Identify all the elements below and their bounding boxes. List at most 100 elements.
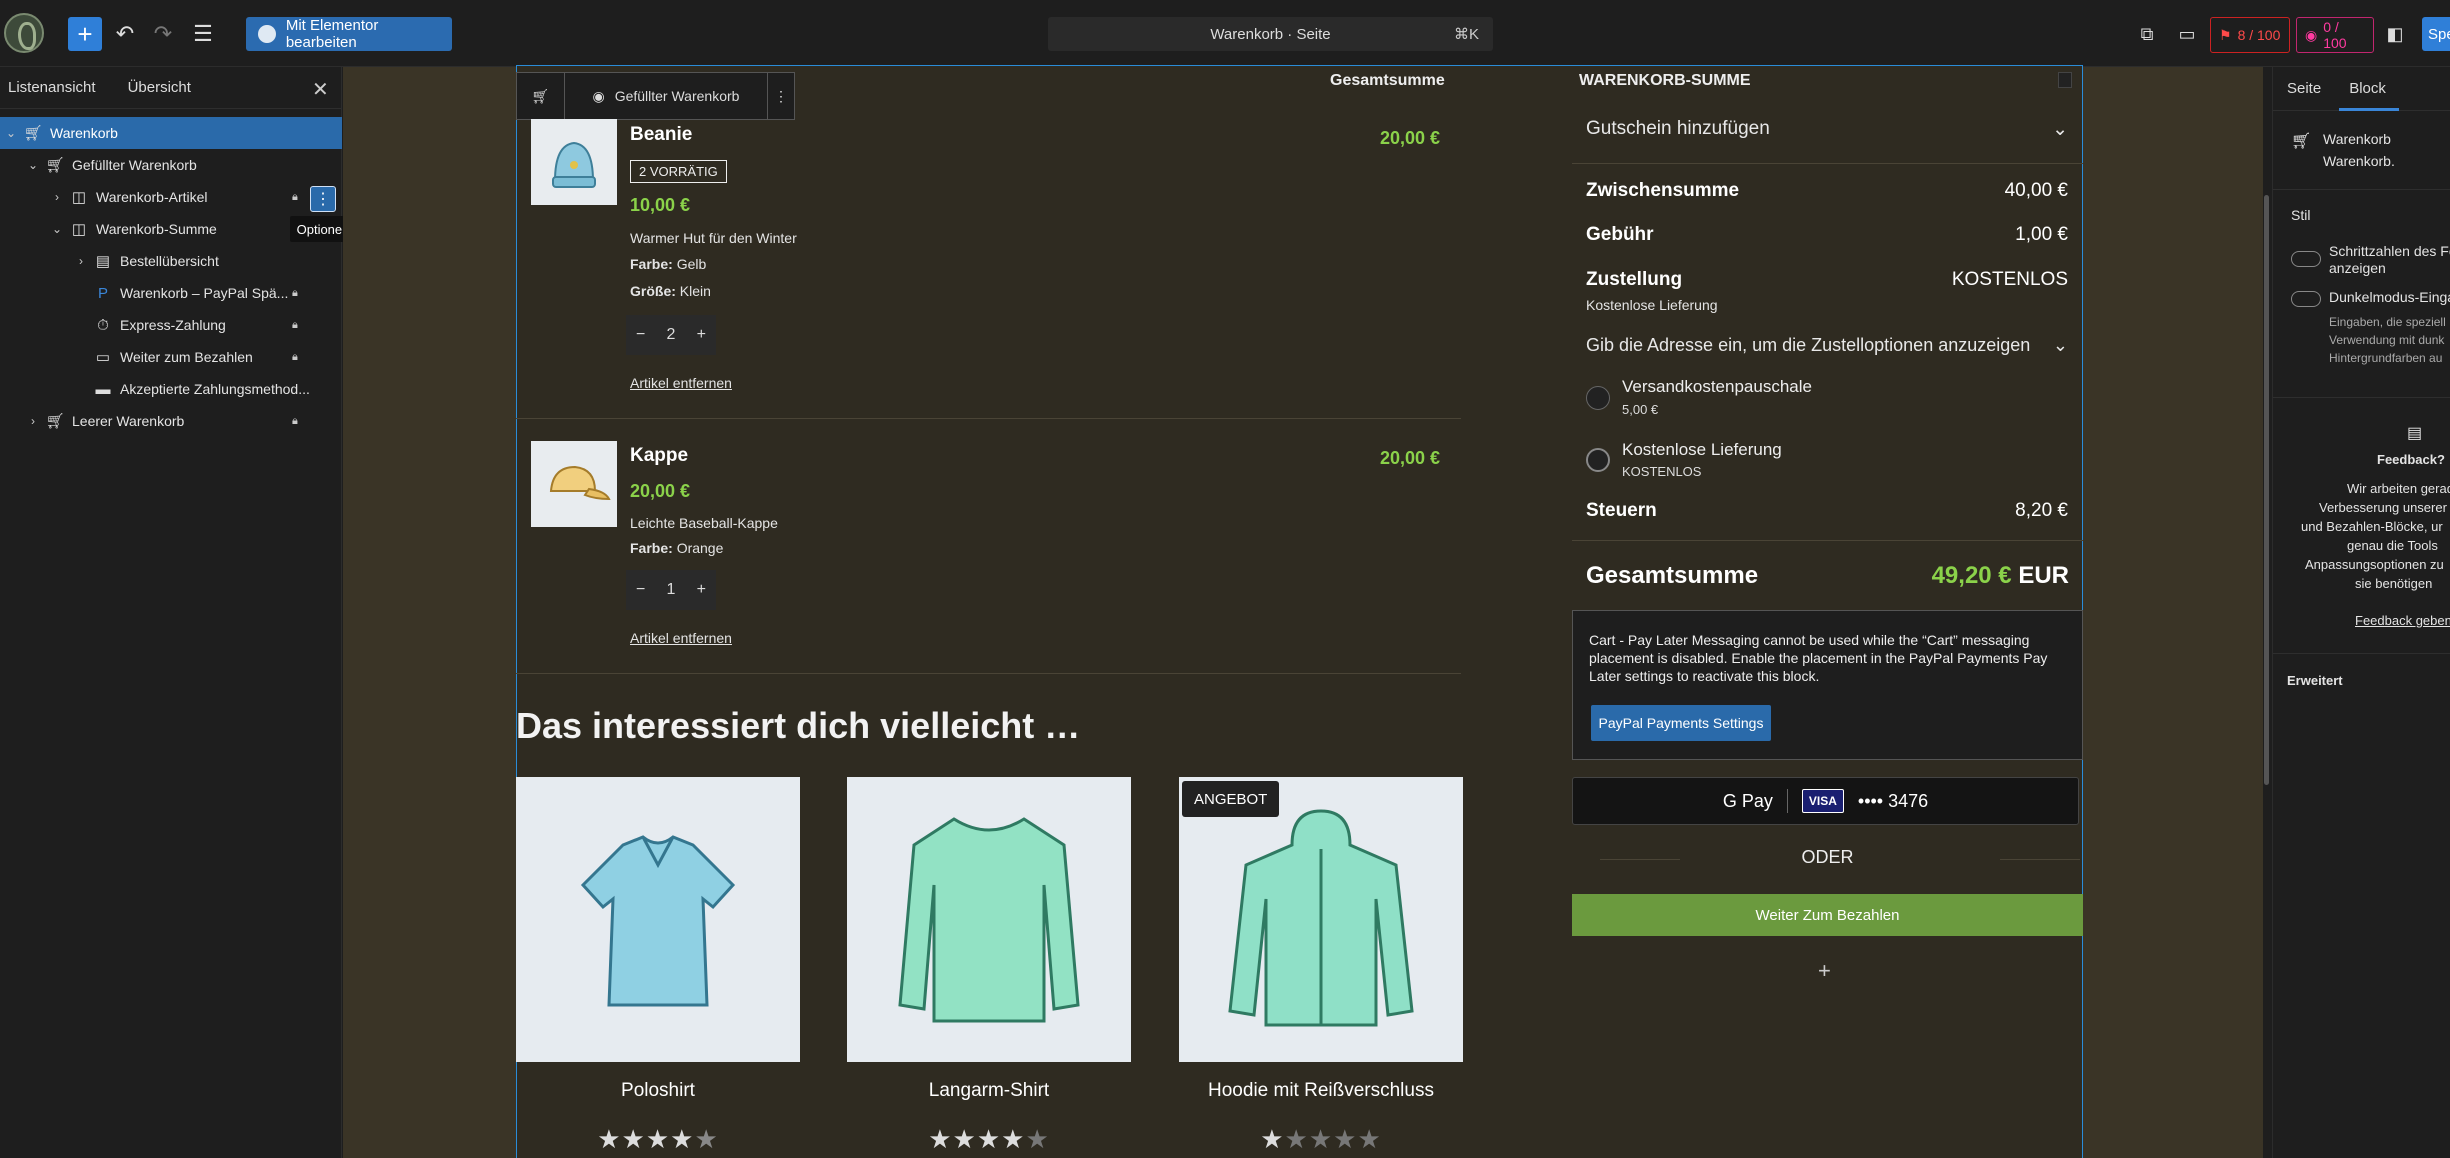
tree-item-label: Weiter zum Bezahlen [120, 349, 253, 365]
add-block-button[interactable]: + [68, 17, 102, 51]
help-text: Eingaben, die speziell [2329, 315, 2446, 329]
view-page-icon[interactable]: ⧉ [2130, 17, 2164, 51]
tree-item-paypal[interactable]: P Warenkorb – PayPal Spä... 🔒︎ [0, 277, 342, 309]
tree-item-label: Express-Zahlung [120, 317, 226, 333]
shipping-option-label[interactable]: Kostenlose Lieferung [1622, 440, 1782, 460]
chevron-down-icon[interactable]: ⌄ [26, 158, 40, 172]
tab-page[interactable]: Seite [2287, 80, 2321, 97]
chevron-right-icon[interactable]: › [74, 254, 88, 268]
tree-item-order-summary[interactable]: › ▤ Bestellübersicht [0, 245, 342, 277]
card-icon: ▬ [95, 380, 111, 398]
plus-icon[interactable]: + [697, 581, 706, 599]
tab-overview[interactable]: Übersicht [128, 79, 191, 96]
or-separator: ODER [1801, 847, 1854, 867]
remove-item-link[interactable]: Artikel entfernen [630, 630, 732, 646]
line-total: 20,00 € [1380, 128, 1441, 148]
device-preview-icon[interactable]: ▭ [2170, 17, 2204, 51]
chevron-down-icon: ⌄ [2052, 335, 2068, 355]
minus-icon[interactable]: − [636, 581, 645, 599]
hoodie-image[interactable] [1179, 777, 1463, 1062]
column-header-total: Gesamtsumme [1330, 72, 1445, 89]
document-title: Warenkorb · Seite [1210, 25, 1331, 43]
readability-score-value: 0 / 100 [2323, 19, 2347, 51]
beanie-image[interactable] [531, 119, 617, 205]
product-name[interactable]: Langarm-Shirt [847, 1080, 1131, 1102]
tab-block[interactable]: Block [2349, 80, 2386, 97]
divider [2273, 189, 2450, 190]
paypal-settings-button[interactable]: PayPal Payments Settings [1591, 705, 1771, 741]
cart-icon: 🛒︎ [2291, 133, 2312, 150]
close-icon[interactable]: ✕ [312, 77, 329, 102]
tax-label: Steuern [1586, 500, 1657, 521]
product-name[interactable]: Kappe [630, 445, 688, 467]
block-handle[interactable] [2058, 72, 2072, 88]
settings-sidebar-icon[interactable]: ◧ [2378, 17, 2412, 51]
chevron-right-icon[interactable]: › [50, 190, 64, 204]
polo-shirt-image[interactable] [516, 777, 800, 1062]
shipping-option-label[interactable]: Versandkostenpauschale [1622, 377, 1812, 397]
tree-item-express-payment[interactable]: ⏱︎ Express-Zahlung 🔒︎ [0, 309, 342, 341]
style-heading[interactable]: Stil [2291, 207, 2310, 223]
cap-image[interactable] [531, 441, 617, 527]
elementor-edit-label: Mit Elementor bearbeiten [285, 17, 379, 51]
long-sleeve-shirt-image[interactable] [847, 777, 1131, 1062]
product-price: 10,00 € [630, 195, 691, 215]
seo-score-value: 8 / 100 [2237, 27, 2281, 43]
quantity-value[interactable]: 1 [667, 581, 676, 599]
advanced-section[interactable]: Erweitert [2287, 673, 2343, 688]
tree-item-proceed-checkout[interactable]: ▭ Weiter zum Bezahlen 🔒︎ [0, 341, 342, 373]
product-name[interactable]: Beanie [630, 124, 692, 146]
add-block-icon[interactable]: + [1818, 958, 1831, 984]
tree-item-filled-cart[interactable]: ⌄ 🛒︎ Gefüllter Warenkorb [0, 149, 342, 181]
tree-item-label: Warenkorb [50, 125, 118, 141]
options-button[interactable]: ⋮ [310, 186, 336, 212]
quantity-stepper: − 1 + [626, 570, 716, 610]
undo-icon[interactable]: ↶ [108, 17, 142, 51]
proceed-to-checkout-button[interactable]: Weiter Zum Bezahlen [1572, 894, 2083, 936]
google-pay-button[interactable]: G Pay VISA •••• 3476 [1572, 777, 2079, 825]
cart-totals-heading: WARENKORB-SUMME [1579, 72, 1751, 89]
readability-score-badge[interactable]: ◉ 0 / 100 [2296, 17, 2374, 53]
plus-icon[interactable]: + [697, 326, 706, 344]
quantity-stepper: − 2 + [626, 315, 716, 355]
document-title-bar[interactable]: Warenkorb · Seite ⌘K [1048, 17, 1493, 51]
redo-icon[interactable]: ↷ [146, 17, 180, 51]
product-name[interactable]: Hoodie mit Reißverschluss [1179, 1080, 1463, 1102]
grand-total-currency: EUR [2018, 562, 2069, 589]
coupon-accordion[interactable]: Gutschein hinzufügen ⌄ [1586, 118, 2068, 141]
tree-item-accepted-payments[interactable]: ▬ Akzeptierte Zahlungsmethod... [0, 373, 342, 405]
cart-icon[interactable]: 🛒︎ [517, 73, 565, 119]
list-view-sidebar: Listenansicht Übersicht ✕ ⌄ 🛒︎ Warenkorb… [0, 67, 356, 1158]
elementor-edit-button[interactable]: Mit Elementor bearbeiten [246, 17, 452, 51]
tree-item-cart-items[interactable]: › ◫ Warenkorb-Artikel 🔒︎ [0, 181, 342, 213]
tree-item-empty-cart[interactable]: › 🛒︎ Leerer Warenkorb 🔒︎ [0, 405, 342, 437]
shipping-value: KOSTENLOS [1951, 269, 2068, 290]
feedback-icon: ▤ [2407, 425, 2423, 442]
dark-mode-toggle[interactable] [2291, 291, 2321, 307]
block-switcher[interactable]: ◉ Gefüllter Warenkorb [565, 73, 769, 119]
tree-item-warenkorb[interactable]: ⌄ 🛒︎ Warenkorb [0, 117, 342, 149]
shipping-label: Zustellung [1586, 269, 1683, 290]
line-total: 20,00 € [1380, 448, 1441, 468]
more-options-icon[interactable]: ⋮ [768, 73, 794, 119]
site-logo[interactable] [4, 13, 44, 53]
shipping-option-radio[interactable] [1586, 386, 1610, 410]
address-accordion[interactable]: Gib die Adresse ein, um die Zustelloptio… [1586, 335, 2068, 356]
save-button[interactable]: Spe [2422, 17, 2450, 51]
remove-item-link[interactable]: Artikel entfernen [630, 375, 732, 391]
seo-score-badge[interactable]: ⚑ 8 / 100 [2210, 17, 2290, 53]
lock-icon: 🔒︎ [292, 286, 298, 299]
grand-total: 49,20 € EUR [1932, 562, 2069, 590]
step-numbers-toggle[interactable] [2291, 251, 2321, 267]
chevron-right-icon[interactable]: › [26, 414, 40, 428]
product-name[interactable]: Poloshirt [516, 1080, 800, 1102]
chevron-down-icon[interactable]: ⌄ [50, 222, 64, 236]
document-overview-icon[interactable]: ☰ [186, 17, 220, 51]
minus-icon[interactable]: − [636, 326, 645, 344]
shipping-option-radio[interactable] [1586, 448, 1610, 472]
canvas-scrollbar[interactable] [2264, 195, 2269, 785]
feedback-link[interactable]: Feedback geben [2355, 613, 2450, 628]
chevron-down-icon[interactable]: ⌄ [4, 126, 18, 140]
quantity-value[interactable]: 2 [667, 326, 676, 344]
tab-list-view[interactable]: Listenansicht [8, 79, 96, 96]
